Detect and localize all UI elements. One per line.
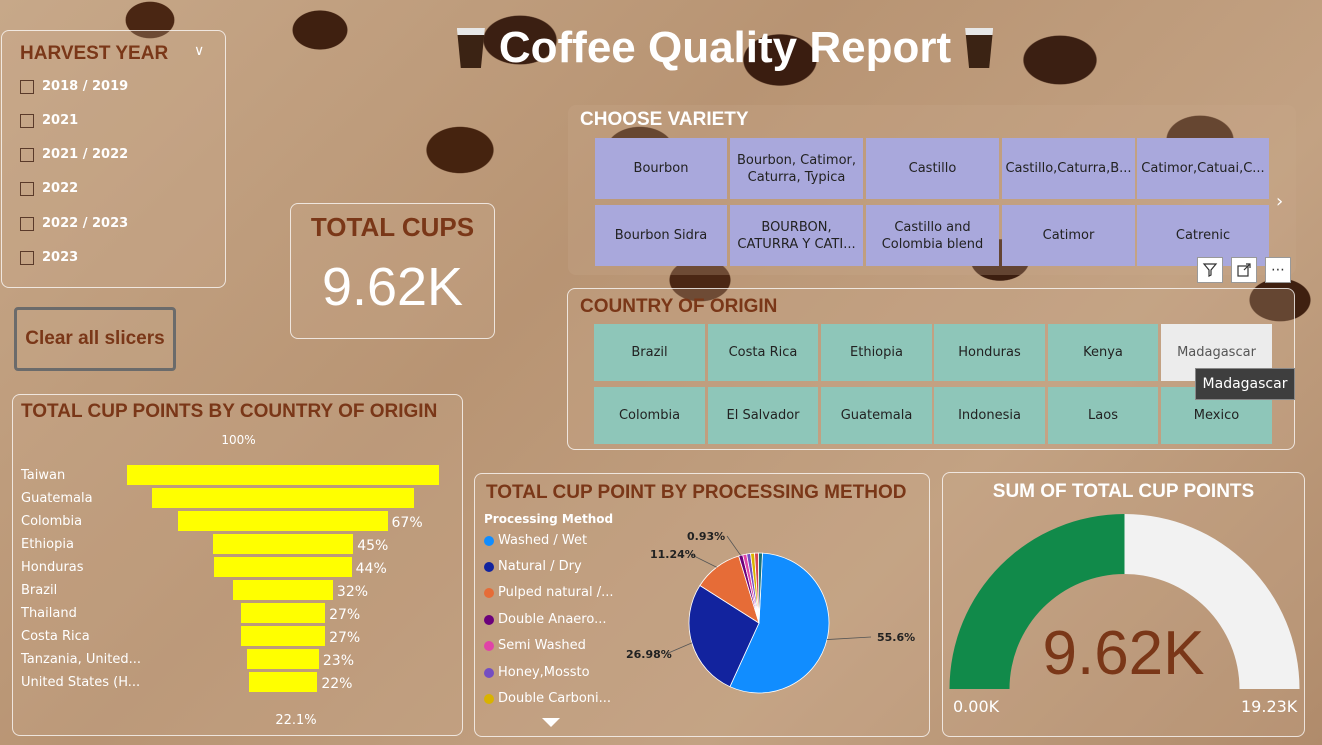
checkbox[interactable] bbox=[20, 79, 34, 94]
funnel-category-label: Honduras bbox=[21, 560, 84, 575]
checkbox[interactable] bbox=[20, 216, 34, 231]
funnel-category-label: Brazil bbox=[21, 583, 58, 598]
funnel-category-label: Costa Rica bbox=[21, 629, 90, 644]
chevron-down-icon[interactable]: ∨ bbox=[194, 43, 204, 59]
funnel-percent-label: 67% bbox=[391, 515, 423, 531]
funnel-bar[interactable] bbox=[233, 580, 333, 600]
coffee-cup-icon bbox=[456, 28, 485, 68]
funnel-category-label: United States (H... bbox=[21, 675, 141, 690]
checkbox[interactable] bbox=[20, 181, 34, 196]
variety-tile[interactable]: Castillo,Caturra,B... bbox=[1002, 138, 1135, 199]
country-tile[interactable]: Kenya bbox=[1048, 324, 1158, 381]
funnel-bar[interactable] bbox=[214, 557, 352, 577]
coffee-cup-icon bbox=[965, 28, 994, 68]
checkbox[interactable] bbox=[20, 250, 34, 265]
funnel-category-label: Thailand bbox=[21, 606, 77, 621]
country-tile[interactable]: Honduras bbox=[934, 324, 1045, 381]
focus-mode-icon[interactable] bbox=[1231, 257, 1257, 283]
funnel-percent-label: 27% bbox=[329, 630, 361, 646]
harvest-year-header: HARVEST YEAR bbox=[20, 43, 169, 64]
pie-data-label: 11.24% bbox=[650, 548, 696, 561]
gauge-value: 9.62K bbox=[1042, 619, 1205, 688]
variety-slicer: CHOOSE VARIETY Bourbon Bourbon, Catimor,… bbox=[568, 105, 1296, 275]
clear-slicers-button[interactable]: Clear all slicers bbox=[14, 307, 176, 371]
country-tile[interactable]: Costa Rica bbox=[708, 324, 818, 381]
funnel-category-label: Guatemala bbox=[21, 491, 93, 506]
funnel-category-label: Taiwan bbox=[21, 468, 66, 483]
funnel-percent-label: 23% bbox=[322, 653, 354, 669]
checkbox[interactable] bbox=[20, 113, 34, 128]
funnel-percent-label: 32% bbox=[336, 584, 369, 600]
pie-leader-line bbox=[726, 535, 742, 556]
country-slicer: COUNTRY OF ORIGIN Brazil Costa Rica Ethi… bbox=[567, 288, 1295, 450]
pie-leader-line bbox=[826, 636, 872, 640]
funnel-percent-label: 45% bbox=[357, 538, 389, 554]
funnel-category-label: Ethiopia bbox=[21, 537, 74, 552]
country-tile[interactable]: El Salvador bbox=[708, 387, 818, 444]
funnel-category-label: Colombia bbox=[21, 514, 83, 529]
funnel-top-percent: 100% bbox=[221, 433, 256, 447]
funnel-bar[interactable] bbox=[178, 511, 388, 531]
variety-header: CHOOSE VARIETY bbox=[580, 109, 749, 130]
harvest-year-option[interactable]: 2023 bbox=[20, 250, 78, 265]
more-options-icon[interactable]: ⋯ bbox=[1265, 257, 1291, 283]
funnel-bar[interactable] bbox=[127, 465, 439, 485]
harvest-year-option[interactable]: 2022 bbox=[20, 181, 78, 196]
variety-tile[interactable]: Castillo bbox=[866, 138, 999, 199]
variety-tile[interactable]: BOURBON, CATURRA Y CATI... bbox=[730, 205, 863, 266]
total-cups-label: TOTAL CUPS bbox=[310, 212, 475, 242]
harvest-year-option[interactable]: 2022 / 2023 bbox=[20, 216, 128, 231]
funnel-chart-panel: TOTAL CUP POINTS BY COUNTRY OF ORIGIN 10… bbox=[12, 394, 463, 736]
funnel-bar[interactable] bbox=[247, 649, 319, 669]
pie-data-label: 26.98% bbox=[626, 648, 672, 661]
filter-icon[interactable] bbox=[1197, 257, 1223, 283]
harvest-year-option[interactable]: 2021 bbox=[20, 113, 78, 128]
funnel-bar[interactable] bbox=[240, 626, 326, 646]
gauge-max: 19.23K bbox=[1241, 697, 1298, 716]
country-tile[interactable]: Guatemala bbox=[821, 387, 932, 444]
pie-chart: 55.6% 26.98% 11.24% 0.93% bbox=[626, 530, 915, 694]
variety-tile[interactable]: Catimor bbox=[1002, 205, 1135, 266]
report-title-text: Coffee Quality Report bbox=[498, 23, 952, 72]
variety-tile[interactable]: Bourbon Sidra bbox=[595, 205, 727, 266]
variety-tile[interactable]: Bourbon, Catimor, Caturra, Typica bbox=[730, 138, 863, 199]
variety-tile[interactable]: Bourbon bbox=[595, 138, 727, 199]
report-title: Coffee Quality Report bbox=[440, 18, 1010, 78]
country-tile[interactable]: Ethiopia bbox=[821, 324, 932, 381]
pie-data-label: 0.93% bbox=[687, 530, 725, 543]
harvest-year-slicer: HARVEST YEAR ∨ 2018 / 2019 2021 2021 / 2… bbox=[1, 30, 226, 288]
variety-tile[interactable]: Castillo and Colombia blend bbox=[866, 205, 999, 266]
funnel-bar[interactable] bbox=[212, 534, 354, 554]
funnel-percent-label: 22% bbox=[321, 676, 353, 692]
country-tile[interactable]: Indonesia bbox=[934, 387, 1045, 444]
country-tile[interactable]: Brazil bbox=[594, 324, 705, 381]
checkbox[interactable] bbox=[20, 147, 34, 162]
total-cups-card: TOTAL CUPS 9.62K bbox=[290, 203, 495, 339]
gauge-min: 0.00K bbox=[953, 697, 1000, 716]
harvest-year-option[interactable]: 2018 / 2019 bbox=[20, 79, 128, 94]
total-cups-value: 9.62K bbox=[321, 257, 464, 317]
funnel-bar[interactable] bbox=[248, 672, 318, 692]
funnel-chart-title: TOTAL CUP POINTS BY COUNTRY OF ORIGIN bbox=[21, 401, 438, 422]
chevron-right-icon[interactable]: › bbox=[1276, 191, 1283, 212]
variety-tile[interactable]: Catimor,Catuai,C... bbox=[1137, 138, 1269, 199]
pie-data-label: 55.6% bbox=[877, 631, 915, 644]
country-tile[interactable]: Colombia bbox=[594, 387, 705, 444]
funnel-percent-label: 44% bbox=[355, 561, 387, 577]
pie-chart-panel: TOTAL CUP POINT BY PROCESSING METHOD Pro… bbox=[474, 473, 930, 737]
country-tile[interactable]: Laos bbox=[1048, 387, 1158, 444]
funnel-category-label: Tanzania, United... bbox=[21, 652, 141, 667]
funnel-percent-label: 27% bbox=[329, 607, 361, 623]
harvest-year-option[interactable]: 2021 / 2022 bbox=[20, 147, 128, 162]
gauge-panel: SUM OF TOTAL CUP POINTS 9.62K 0.00K 19.2… bbox=[942, 472, 1305, 737]
funnel-bar[interactable] bbox=[151, 488, 415, 508]
country-header: COUNTRY OF ORIGIN bbox=[580, 296, 778, 317]
tooltip: Madagascar bbox=[1195, 368, 1295, 400]
funnel-bar[interactable] bbox=[240, 603, 326, 623]
